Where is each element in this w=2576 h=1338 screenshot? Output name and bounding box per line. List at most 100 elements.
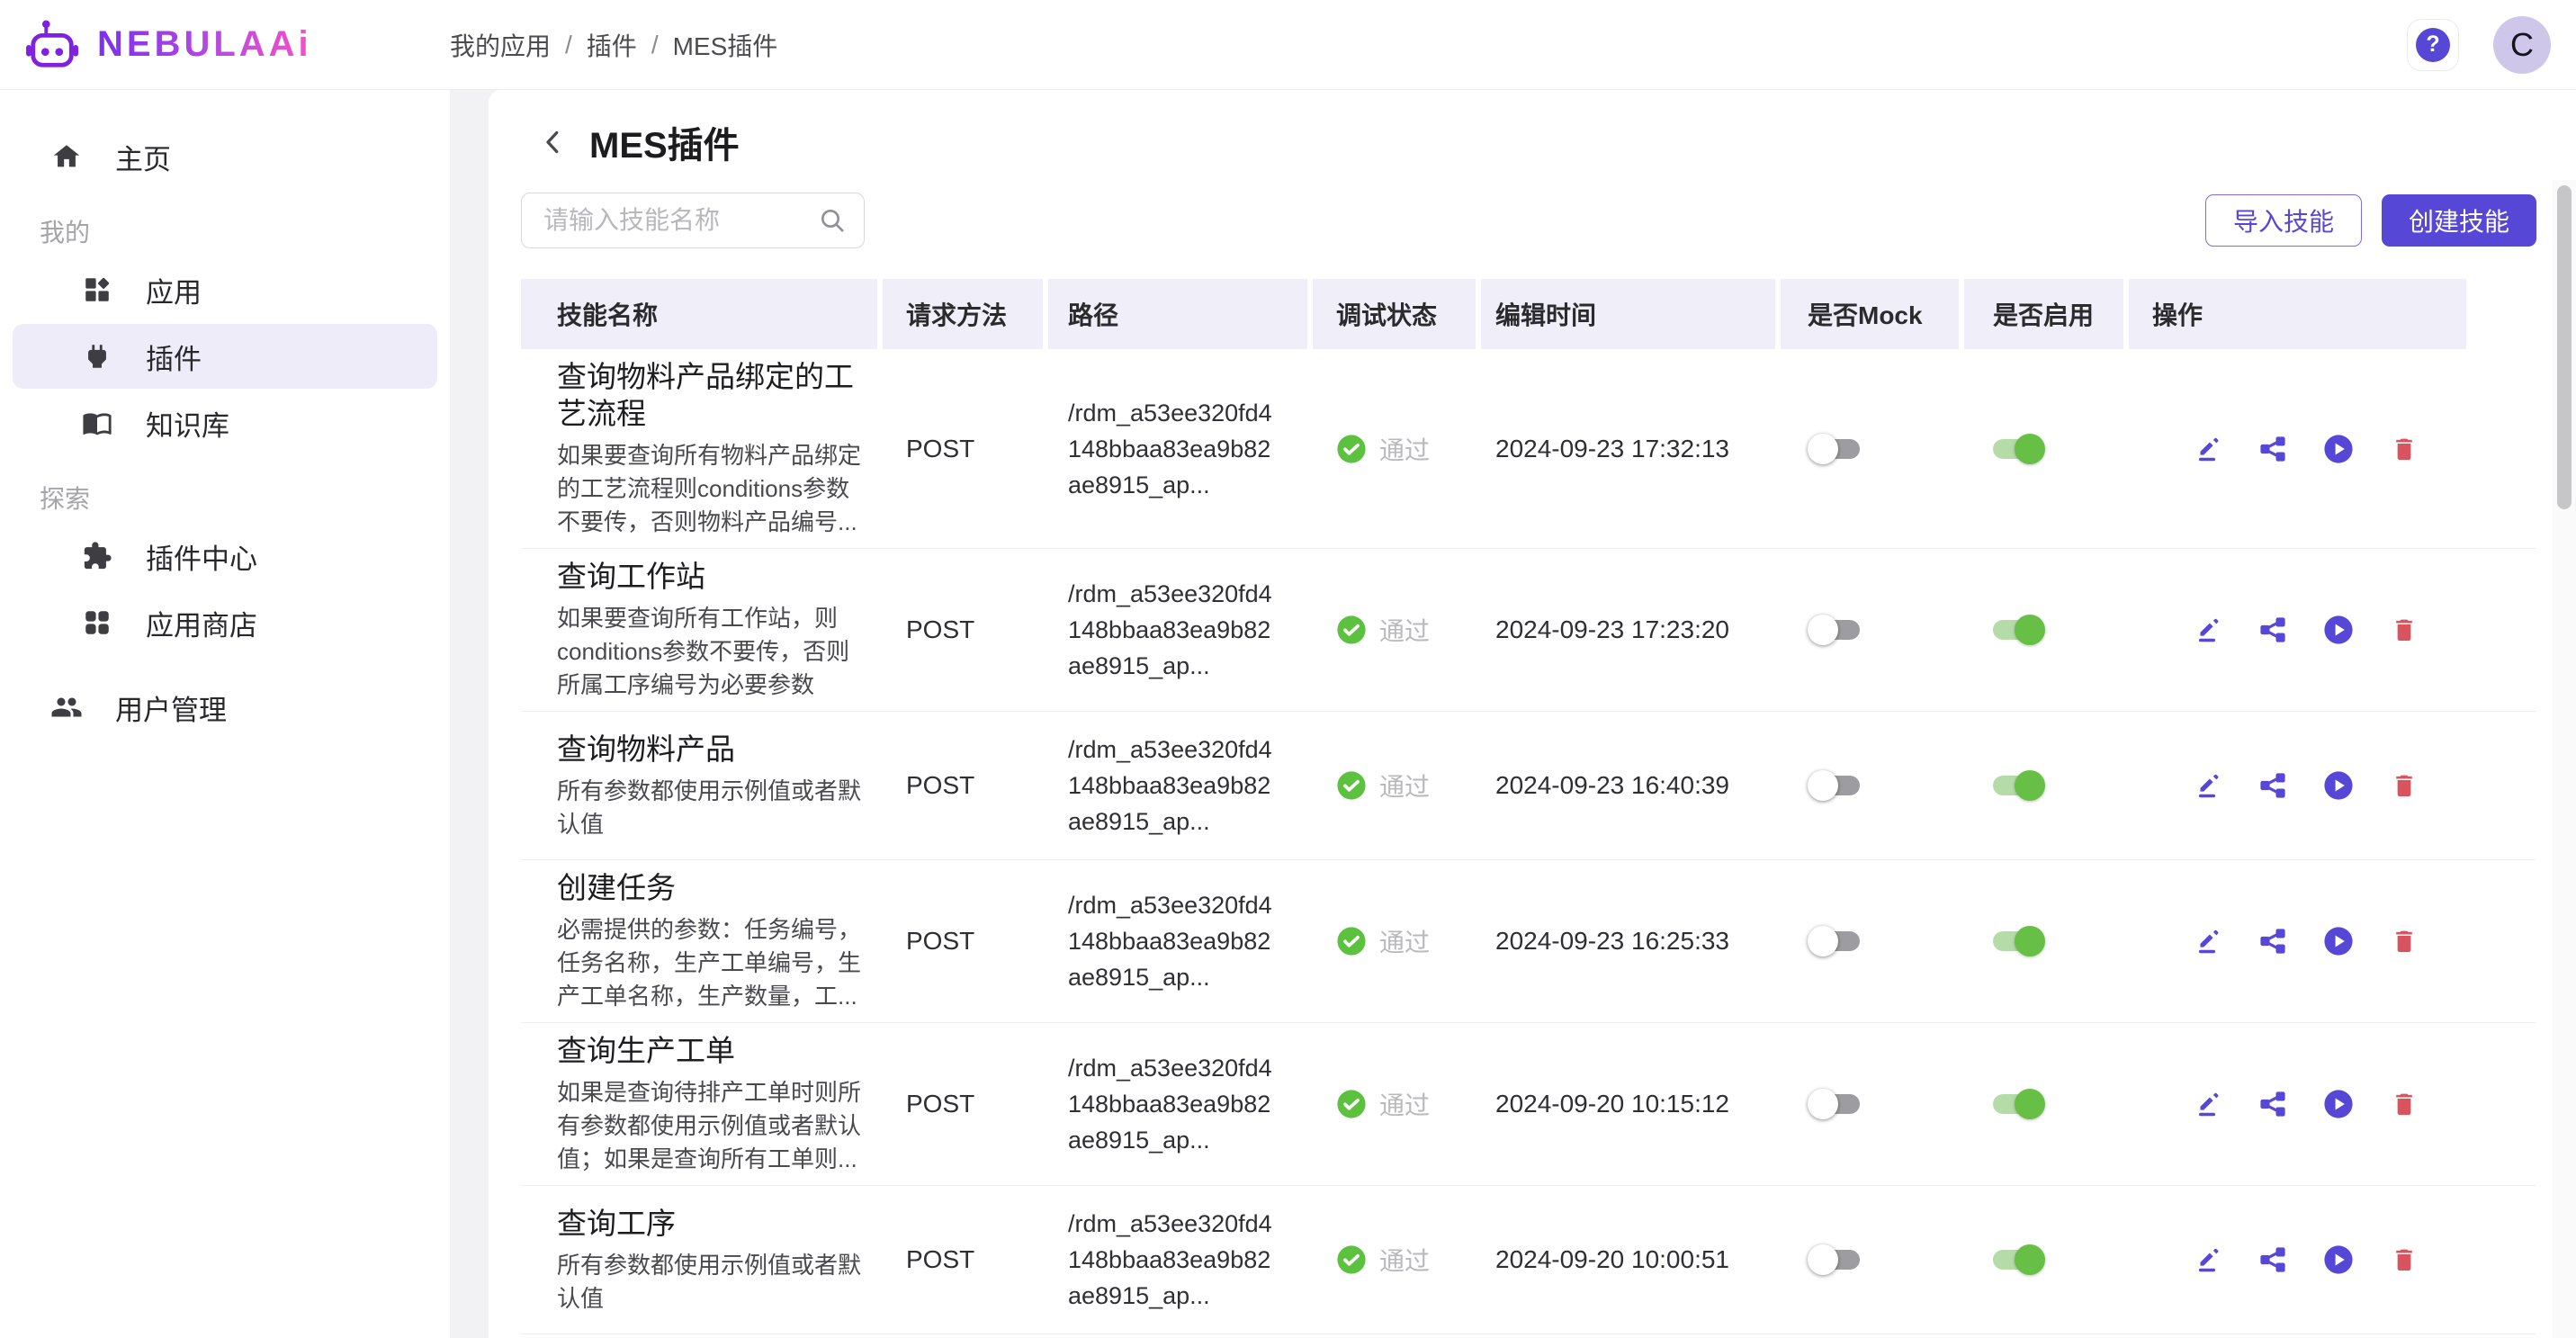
request-method: POST [883, 1245, 1043, 1274]
column-header: 是否Mock [1781, 279, 1959, 349]
edit-icon[interactable] [2194, 1245, 2222, 1274]
column-header: 请求方法 [883, 279, 1043, 349]
scrollbar[interactable] [2553, 180, 2576, 1338]
play-icon[interactable] [2323, 926, 2354, 956]
request-method: POST [883, 771, 1043, 800]
request-method: POST [883, 1090, 1043, 1118]
skill-description: 如果要查询所有物料产品绑定的工艺流程则conditions参数不要传，否则物料产… [557, 439, 868, 539]
debug-status: 通过 [1336, 1086, 1430, 1122]
mock-toggle[interactable] [1808, 1244, 1860, 1276]
sidebar-item-user-management[interactable]: 用户管理 [13, 675, 437, 740]
edit-icon[interactable] [2194, 1090, 2222, 1118]
sidebar-item-home[interactable]: 主页 [13, 124, 437, 189]
sidebar-item-label: 插件 [146, 337, 202, 377]
play-icon[interactable] [2323, 1089, 2354, 1119]
breadcrumb-separator: / [565, 31, 572, 59]
edit-icon[interactable] [2194, 615, 2222, 644]
api-path: /rdm_a53ee320fd4148bbaa83ea9b82ae8915_ap… [1068, 1050, 1273, 1158]
enable-toggle[interactable] [1993, 1244, 2045, 1276]
scrollbar-thumb[interactable] [2557, 185, 2572, 509]
edit-time: 2024-09-23 16:40:39 [1481, 771, 1775, 800]
help-button[interactable]: ? [2407, 19, 2459, 71]
row-actions [2129, 615, 2466, 645]
share-icon[interactable] [2258, 1090, 2287, 1118]
status-text: 通过 [1379, 1242, 1430, 1278]
page-title: MES插件 [589, 116, 740, 168]
check-circle-icon [1336, 1244, 1367, 1275]
mock-toggle[interactable] [1808, 614, 1860, 646]
play-icon[interactable] [2323, 615, 2354, 645]
delete-icon[interactable] [2390, 1090, 2419, 1118]
toolbar-buttons: 导入技能 创建技能 [2205, 194, 2536, 247]
avatar[interactable]: C [2493, 16, 2551, 74]
skills-table: 技能名称 请求方法 路径 调试状态 编辑时间 是否Mock 是否启用 操作 查询… [521, 279, 2536, 1338]
share-icon[interactable] [2258, 1245, 2287, 1274]
debug-status: 通过 [1336, 768, 1430, 804]
home-icon [50, 140, 83, 173]
content-panel: MES插件 导入技能 创建技能 技能名称 请求方法 路径 [489, 90, 2576, 1338]
breadcrumb-item[interactable]: 我的应用 [450, 27, 551, 63]
search-icon[interactable] [818, 206, 847, 239]
breadcrumb-item[interactable]: 插件 [587, 27, 637, 63]
skill-name: 创建任务 [557, 869, 868, 906]
edit-icon[interactable] [2194, 435, 2222, 463]
breadcrumb-item-current: MES插件 [673, 27, 778, 63]
puzzle-icon [81, 540, 113, 572]
check-circle-icon [1336, 926, 1367, 956]
breadcrumb-separator: / [651, 31, 659, 59]
delete-icon[interactable] [2390, 927, 2419, 956]
mock-toggle[interactable] [1808, 925, 1860, 957]
play-icon[interactable] [2323, 1244, 2354, 1275]
share-icon[interactable] [2258, 435, 2287, 463]
mock-toggle[interactable] [1808, 433, 1860, 465]
search-input[interactable] [521, 193, 865, 248]
edit-time: 2024-09-20 10:15:12 [1481, 1090, 1775, 1118]
status-text: 通过 [1379, 923, 1430, 959]
edit-icon[interactable] [2194, 927, 2222, 956]
enable-toggle[interactable] [1993, 433, 2045, 465]
mock-toggle[interactable] [1808, 1088, 1860, 1120]
sidebar-item-app-store[interactable]: 应用商店 [13, 590, 437, 655]
enable-toggle[interactable] [1993, 1088, 2045, 1120]
sidebar-item-label: 应用商店 [146, 603, 257, 643]
edit-icon[interactable] [2194, 771, 2222, 800]
enable-toggle[interactable] [1993, 769, 2045, 802]
delete-icon[interactable] [2390, 1245, 2419, 1274]
back-button[interactable] [537, 126, 570, 158]
row-actions [2129, 926, 2466, 956]
delete-icon[interactable] [2390, 615, 2419, 644]
table-row: 查询物料产品绑定的工艺流程如果要查询所有物料产品绑定的工艺流程则conditio… [521, 349, 2536, 549]
import-skill-button[interactable]: 导入技能 [2205, 194, 2362, 247]
share-icon[interactable] [2258, 615, 2287, 644]
play-icon[interactable] [2323, 770, 2354, 801]
header-right: ? C [2407, 16, 2551, 74]
mock-toggle[interactable] [1808, 769, 1860, 802]
logo: NEBULAAi [25, 19, 312, 71]
request-method: POST [883, 435, 1043, 463]
api-path: /rdm_a53ee320fd4148bbaa83ea9b82ae8915_ap… [1068, 1206, 1273, 1314]
sidebar-section-my: 我的 [0, 207, 450, 256]
row-actions [2129, 434, 2466, 464]
enable-toggle[interactable] [1993, 925, 2045, 957]
check-circle-icon [1336, 770, 1367, 801]
api-path: /rdm_a53ee320fd4148bbaa83ea9b82ae8915_ap… [1068, 395, 1273, 503]
request-method: POST [883, 927, 1043, 956]
sidebar-item-apps[interactable]: 应用 [13, 257, 437, 322]
table-row: 查询工序所有参数都使用示例值或者默认值POST/rdm_a53ee320fd41… [521, 1186, 2536, 1334]
sidebar-item-plugin-center[interactable]: 插件中心 [13, 524, 437, 588]
row-actions [2129, 1089, 2466, 1119]
sidebar-item-plugins[interactable]: 插件 [13, 324, 437, 389]
enable-toggle[interactable] [1993, 614, 2045, 646]
logo-text: NEBULAAi [97, 24, 312, 65]
share-icon[interactable] [2258, 771, 2287, 800]
request-method: POST [883, 615, 1043, 644]
share-icon[interactable] [2258, 927, 2287, 956]
delete-icon[interactable] [2390, 771, 2419, 800]
sidebar-item-knowledge[interactable]: 知识库 [13, 391, 437, 455]
delete-icon[interactable] [2390, 435, 2419, 463]
chevron-left-icon [537, 126, 570, 158]
create-skill-button[interactable]: 创建技能 [2382, 194, 2536, 247]
skill-description: 如果要查询所有工作站，则conditions参数不要传，否则所属工序编号为必要参… [557, 602, 868, 702]
play-icon[interactable] [2323, 434, 2354, 464]
skill-name: 查询物料产品 [557, 731, 868, 768]
